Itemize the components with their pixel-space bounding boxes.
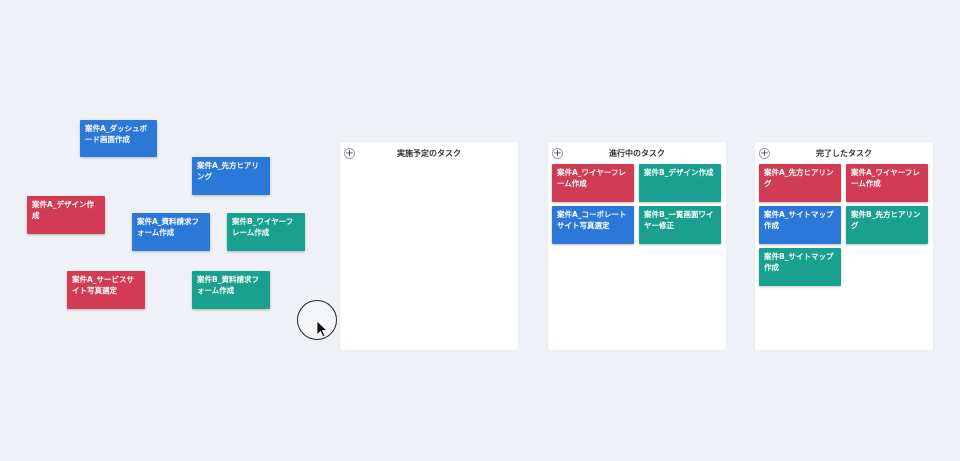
task-card[interactable]: 案件A_ワイヤーフレーム作成 (552, 164, 634, 202)
column-planned: + 実施予定のタスク (340, 142, 518, 350)
task-card[interactable]: 案件A_ワイヤーフレーム作成 (846, 164, 928, 202)
column-title: 実施予定のタスク (397, 149, 461, 158)
task-card[interactable]: 案件A_先方ヒアリング (759, 164, 841, 202)
column-done: + 完了したタスク 案件A_先方ヒアリング 案件A_ワイヤーフレーム作成 案件A… (755, 142, 933, 350)
task-card[interactable]: 案件B_先方ヒアリング (846, 206, 928, 244)
floating-card[interactable]: 案件B_ワイヤーフレーム作成 (227, 213, 305, 251)
column-title: 完了したタスク (816, 149, 872, 158)
task-card[interactable]: 案件B_一覧画面ワイヤー修正 (639, 206, 721, 244)
task-card[interactable]: 案件A_コーポレートサイト写真選定 (552, 206, 634, 244)
task-card[interactable]: 案件B_サイトマップ作成 (759, 248, 841, 286)
floating-card[interactable]: 案件B_資料請求フォーム作成 (192, 271, 270, 309)
column-header: + 進行中のタスク (548, 142, 726, 162)
floating-card[interactable]: 案件A_資料請求フォーム作成 (132, 213, 210, 251)
column-in-progress: + 進行中のタスク 案件A_ワイヤーフレーム作成 案件B_デザイン作成 案件A_… (548, 142, 726, 350)
floating-card[interactable]: 案件A_先方ヒアリング (192, 157, 270, 195)
column-header: + 完了したタスク (755, 142, 933, 162)
column-header: + 実施予定のタスク (340, 142, 518, 162)
task-card[interactable]: 案件A_サイトマップ作成 (759, 206, 841, 244)
floating-card[interactable]: 案件A_サービスサイト写真選定 (67, 271, 145, 309)
floating-card[interactable]: 案件A_デザイン作成 (27, 196, 105, 234)
pointer-arrow-icon (316, 320, 328, 338)
column-title: 進行中のタスク (609, 149, 665, 158)
task-card[interactable]: 案件B_デザイン作成 (639, 164, 721, 202)
floating-card[interactable]: 案件A_ダッシュボード画面作成 (80, 120, 157, 157)
